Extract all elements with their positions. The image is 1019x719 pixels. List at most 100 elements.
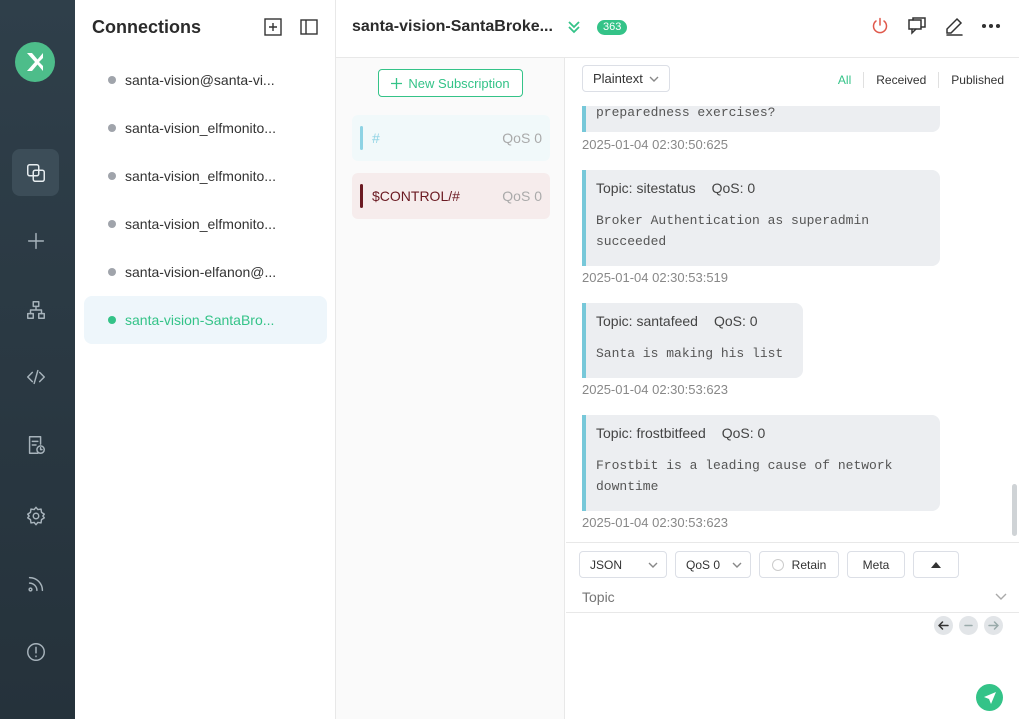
connections-nav-button[interactable] <box>12 149 59 196</box>
new-connection-button[interactable] <box>263 17 283 42</box>
connection-item[interactable]: santa-vision_elfmonito... <box>84 200 327 248</box>
chevron-down-icon[interactable] <box>995 593 1007 601</box>
more-icon <box>981 23 1001 29</box>
arrow-left-icon <box>938 621 949 630</box>
message-topic: Topic: frostbitfeed <box>596 425 706 441</box>
connection-title: santa-vision-SantaBroke... <box>352 18 553 35</box>
payload-format-value: Plaintext <box>593 71 643 86</box>
info-icon <box>26 642 45 661</box>
connection-label: santa-vision_elfmonito... <box>125 168 276 184</box>
code-icon <box>26 369 45 384</box>
history-forward-button[interactable] <box>984 616 1003 635</box>
nav-rail <box>0 0 75 719</box>
message-payload: Santa is making his list <box>596 343 793 364</box>
log-nav-button[interactable] <box>12 421 59 468</box>
status-dot <box>108 316 116 324</box>
filter-received[interactable]: Received <box>863 72 938 88</box>
filter-all[interactable]: All <box>826 72 863 88</box>
edit-connection-button[interactable] <box>944 16 964 36</box>
status-dot <box>108 172 116 180</box>
topology-nav-button[interactable] <box>12 286 59 333</box>
new-connection-nav-button[interactable] <box>12 217 59 264</box>
chevron-down-icon <box>649 76 659 82</box>
connection-item[interactable]: santa-vision_elfmonito... <box>84 152 327 200</box>
power-icon <box>872 17 888 34</box>
settings-nav-button[interactable] <box>12 492 59 539</box>
payload-format-select[interactable]: Plaintext <box>582 65 670 92</box>
connections-panel: Connections santa-vision@santa-vi... san… <box>75 0 336 719</box>
edit-icon <box>946 17 963 36</box>
message-filter-tabs: All Received Published <box>826 72 1004 88</box>
chat-window-icon <box>908 17 926 35</box>
about-nav-button[interactable] <box>12 628 59 675</box>
log-icon <box>28 435 45 454</box>
publish-topic-input[interactable] <box>582 589 962 605</box>
subscription-topic: $CONTROL/# <box>372 188 460 204</box>
message-payload: Frostbit is a leading cause of network d… <box>596 455 930 497</box>
connection-item[interactable]: santa-vision@santa-vi... <box>84 56 327 104</box>
message-payload-line: downtime <box>596 479 659 494</box>
sidebar-icon <box>300 19 318 35</box>
connection-label: santa-vision_elfmonito... <box>125 120 276 136</box>
disconnect-button[interactable] <box>870 16 890 36</box>
publish-qos-select[interactable]: QoS 0 <box>675 551 751 578</box>
subscription-color-bar <box>360 184 363 208</box>
message-payload-line: Broker Authentication as superadmin <box>596 213 870 228</box>
filter-published[interactable]: Published <box>938 72 1004 88</box>
connection-item[interactable]: santa-vision_elfmonito... <box>84 104 327 152</box>
new-subscription-button[interactable]: New Subscription <box>378 69 523 97</box>
message-payload-line: Santa is making his list <box>596 346 784 361</box>
message-scrollbar[interactable] <box>1012 484 1017 536</box>
connection-item-active[interactable]: santa-vision-SantaBro... <box>84 296 327 344</box>
connection-label: santa-vision@santa-vi... <box>125 72 275 88</box>
message-qos: QoS: 0 <box>713 313 758 329</box>
topic-row <box>566 583 1019 613</box>
message-time: 2025-01-04 02:30:53:623 <box>582 382 729 397</box>
add-icon <box>27 232 44 249</box>
expand-publish-button[interactable] <box>913 551 959 578</box>
connection-item[interactable]: santa-vision-elfanon@... <box>84 248 327 296</box>
meta-button[interactable]: Meta <box>847 551 905 578</box>
message-bubble: Topic: sitestatus QoS: 0 Broker Authentic… <box>582 170 940 266</box>
subscription-item[interactable]: # QoS 0 <box>352 115 550 161</box>
collapse-button[interactable] <box>565 18 583 36</box>
caret-up-icon <box>931 561 941 568</box>
message-time: 2025-01-04 02:30:53:519 <box>582 270 729 285</box>
message-time: 2025-01-04 02:30:53:623 <box>582 515 729 530</box>
subscriptions-panel: New Subscription # QoS 0 $CONTROL/# QoS … <box>336 58 565 719</box>
message-toolbar: Plaintext All Received Published <box>566 58 1019 106</box>
add-square-icon <box>264 18 282 36</box>
publish-format-select[interactable]: JSON <box>579 551 667 578</box>
feed-nav-button[interactable] <box>12 560 59 607</box>
app-logo <box>15 42 55 82</box>
message-time: 2025-01-04 02:30:50:625 <box>582 137 729 152</box>
retain-toggle[interactable]: Retain <box>759 551 839 578</box>
subscription-qos: QoS 0 <box>502 188 542 204</box>
topology-icon <box>26 300 45 319</box>
new-window-button[interactable] <box>907 16 927 36</box>
minus-icon <box>964 624 973 627</box>
send-button[interactable] <box>976 684 1003 711</box>
send-icon <box>983 691 996 704</box>
message-topic: Topic: sitestatus <box>596 180 696 196</box>
double-chevron-down-icon <box>568 21 580 34</box>
logo-icon <box>27 53 43 71</box>
connections-title: Connections <box>92 17 202 37</box>
publish-panel: JSON QoS 0 Retain Meta <box>566 542 1019 719</box>
radio-icon <box>771 558 784 571</box>
retain-label: Retain <box>791 557 827 572</box>
history-back-button[interactable] <box>934 616 953 635</box>
history-clear-button[interactable] <box>959 616 978 635</box>
rss-icon <box>27 576 43 592</box>
message-list: preparedness exercises? 2025-01-04 02:30… <box>566 58 1019 542</box>
new-subscription-label: New Subscription <box>408 75 510 91</box>
more-button[interactable] <box>981 16 1001 36</box>
subscription-qos: QoS 0 <box>502 130 542 146</box>
subscription-topic: # <box>372 130 380 146</box>
status-dot <box>108 76 116 84</box>
message-payload-line: succeeded <box>596 234 667 249</box>
subscription-item[interactable]: $CONTROL/# QoS 0 <box>352 173 550 219</box>
connection-header: santa-vision-SantaBroke... 363 <box>336 0 1019 58</box>
toggle-sidebar-button[interactable] <box>299 17 319 42</box>
script-nav-button[interactable] <box>12 353 59 400</box>
